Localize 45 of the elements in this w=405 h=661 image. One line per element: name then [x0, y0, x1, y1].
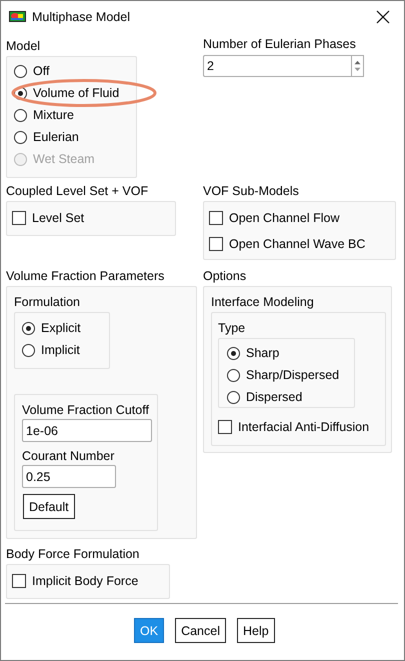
checkbox[interactable]: Level Set — [12, 207, 175, 229]
radio-button[interactable] — [227, 368, 240, 382]
group-label: Volume Fraction Cutoff — [22, 402, 150, 419]
input-field[interactable]: 0.25 — [22, 465, 116, 488]
radio-button[interactable] — [14, 130, 27, 144]
input-field[interactable]: 1e-06 — [22, 419, 152, 442]
dialog-button[interactable]: Help — [236, 618, 275, 643]
radio-button[interactable] — [227, 346, 240, 360]
group-label: Body Force Formulation — [6, 546, 140, 563]
radio-button[interactable] — [14, 64, 27, 78]
radio-label: Off — [33, 64, 50, 78]
radio-label: Explicit — [41, 321, 81, 335]
radio-button[interactable] — [227, 390, 240, 404]
radio-label: Wet Steam — [33, 152, 95, 166]
checkbox[interactable]: Open Channel Wave BC — [209, 233, 395, 255]
radio-label: Sharp/Dispersed — [246, 368, 340, 382]
checkbox[interactable]: Implicit Body Force — [12, 570, 169, 592]
radio-button[interactable] — [14, 108, 27, 122]
group-label: Coupled Level Set + VOF — [6, 183, 150, 200]
radio-button[interactable] — [22, 322, 35, 334]
close-icon[interactable] — [376, 10, 390, 24]
radio-label: Mixture — [33, 108, 74, 122]
group-label: Model — [6, 38, 42, 55]
radio-label: Volume of Fluid — [33, 86, 120, 100]
group-label: Type — [218, 320, 246, 337]
number-field[interactable]: 2 — [203, 55, 351, 77]
radio-label: Implicit — [41, 343, 80, 357]
dialog-button[interactable]: Cancel — [175, 618, 226, 643]
checkbox[interactable]: Open Channel Flow — [209, 207, 395, 229]
spin-buttons[interactable] — [351, 55, 364, 77]
radio-label: Sharp — [246, 346, 280, 360]
window-title: Multiphase Model — [32, 10, 130, 24]
app-icon — [9, 11, 26, 22]
group-label: VOF Sub-Models — [203, 183, 300, 200]
group-label: Interface Modeling — [211, 294, 315, 311]
group-label: Volume Fraction Parameters — [6, 268, 166, 285]
radio-label: Dispersed — [246, 390, 302, 404]
radio-label: Eulerian — [33, 130, 79, 144]
group-label: Options — [203, 268, 248, 285]
checkbox[interactable]: Interfacial Anti-Diffusion — [218, 416, 385, 438]
group-label: Formulation — [14, 294, 81, 311]
radio-button[interactable] — [22, 344, 35, 356]
default-button[interactable]: Default — [23, 494, 75, 519]
group-label: Courant Number — [22, 448, 116, 465]
group-label: Number of Eulerian Phases — [203, 36, 357, 53]
